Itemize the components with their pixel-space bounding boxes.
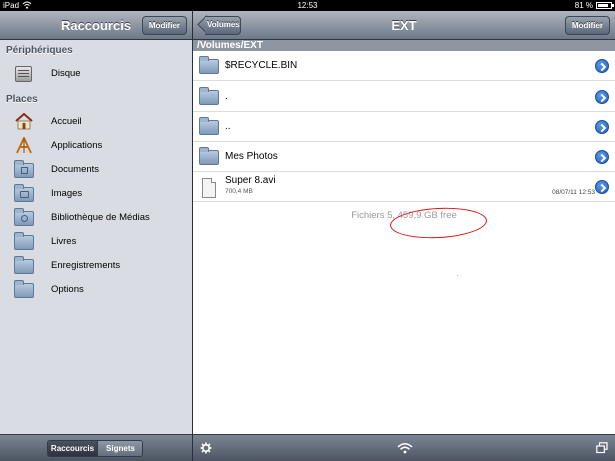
gear-icon[interactable] [200,442,212,454]
disk-icon [14,65,34,82]
item-name: Mes Photos [225,151,278,162]
clock: 12:53 [297,1,318,10]
sidebar-segmented-control: Raccourcis Signets [47,440,143,457]
sidebar-item-images[interactable]: Images [0,182,192,206]
folder-icon [199,56,219,74]
home-icon [15,113,33,130]
file-icon [199,178,219,198]
sidebar-item-options[interactable]: Options [0,278,192,302]
sidebar-item-label: Images [51,188,83,199]
disclosure-icon[interactable] [595,90,609,104]
status-bar: iPad 12:53 81 % [0,0,615,11]
folder-icon [14,280,34,298]
sidebar-item-disque[interactable]: Disque [0,62,192,86]
item-name: Super 8.avi [225,175,276,186]
list-item[interactable]: . [193,82,615,112]
browser-edit-button[interactable]: Modifier [564,16,610,35]
sidebar-toolbar: Raccourcis Signets [0,434,192,461]
sidebar-item-label: Enregistrements [51,260,121,271]
shortcuts-sidebar: Raccourcis Modifier Périphériques Disque… [0,11,192,461]
sidebar-navbar: Raccourcis Modifier [0,11,192,40]
back-button-label: Volumes [207,20,240,29]
sidebar-item-applications[interactable]: Applications [0,134,192,158]
sidebar-item-livres[interactable]: Livres [0,230,192,254]
browser-navbar: EXT Volumes Modifier [193,11,615,40]
sidebar-item-label: Applications [51,140,103,151]
sidebar-item-label: Accueil [51,116,82,127]
sidebar-item-accueil[interactable]: Accueil [0,110,192,134]
item-size: 700,4 MB [225,188,253,195]
stray-dot [457,275,458,276]
item-name: $RECYCLE.BIN [225,60,298,71]
folder-icon [14,232,34,250]
images-folder-icon [14,184,34,202]
file-browser: EXT Volumes Modifier /Volumes/EXT $RECYC… [193,11,615,461]
item-name: . [225,91,228,102]
folder-icon [199,87,219,105]
back-button[interactable]: Volumes [197,15,241,35]
sidebar-item-label: Livres [51,236,77,247]
places-header: Places [6,94,38,105]
disclosure-icon[interactable] [595,59,609,73]
item-name: .. [225,121,231,132]
media-folder-icon [14,208,34,226]
path-bar: /Volumes/EXT [193,40,615,51]
sidebar-item-label: Options [51,284,84,295]
sidebar-item-label: Bibliothèque de Médias [51,212,150,223]
battery-percent: 81 % [574,1,593,10]
sidebar-item-documents[interactable]: Documents [0,158,192,182]
documents-folder-icon [14,160,34,178]
devices-header: Périphériques [6,45,73,56]
windows-icon[interactable] [596,442,608,454]
folder-icon [199,147,219,165]
disclosure-icon[interactable] [595,180,609,194]
sidebar-edit-button[interactable]: Modifier [141,16,187,35]
wifi-sharing-icon[interactable] [397,442,413,454]
applications-icon [16,137,32,154]
list-item[interactable]: Super 8.avi 700,4 MB 08/07/11 12:53 [193,172,615,202]
folder-icon [199,117,219,135]
item-date: 08/07/11 12:53 [552,189,595,196]
folder-icon [14,256,34,274]
sidebar-item-media-library[interactable]: Bibliothèque de Médias [0,206,192,230]
disclosure-icon[interactable] [595,120,609,134]
sidebar-item-label: Disque [51,68,81,79]
list-item[interactable]: .. [193,112,615,142]
tab-raccourcis[interactable]: Raccourcis [48,441,97,456]
disclosure-icon[interactable] [595,150,609,164]
sidebar-item-label: Documents [51,164,100,175]
browser-toolbar [193,434,615,461]
list-item[interactable]: Mes Photos [193,142,615,172]
tab-signets[interactable]: Signets [97,441,142,456]
sidebar-item-enregistrements[interactable]: Enregistrements [0,254,192,278]
battery-icon [596,2,614,9]
browser-title: EXT [391,18,417,33]
list-item[interactable]: $RECYCLE.BIN [193,51,615,81]
